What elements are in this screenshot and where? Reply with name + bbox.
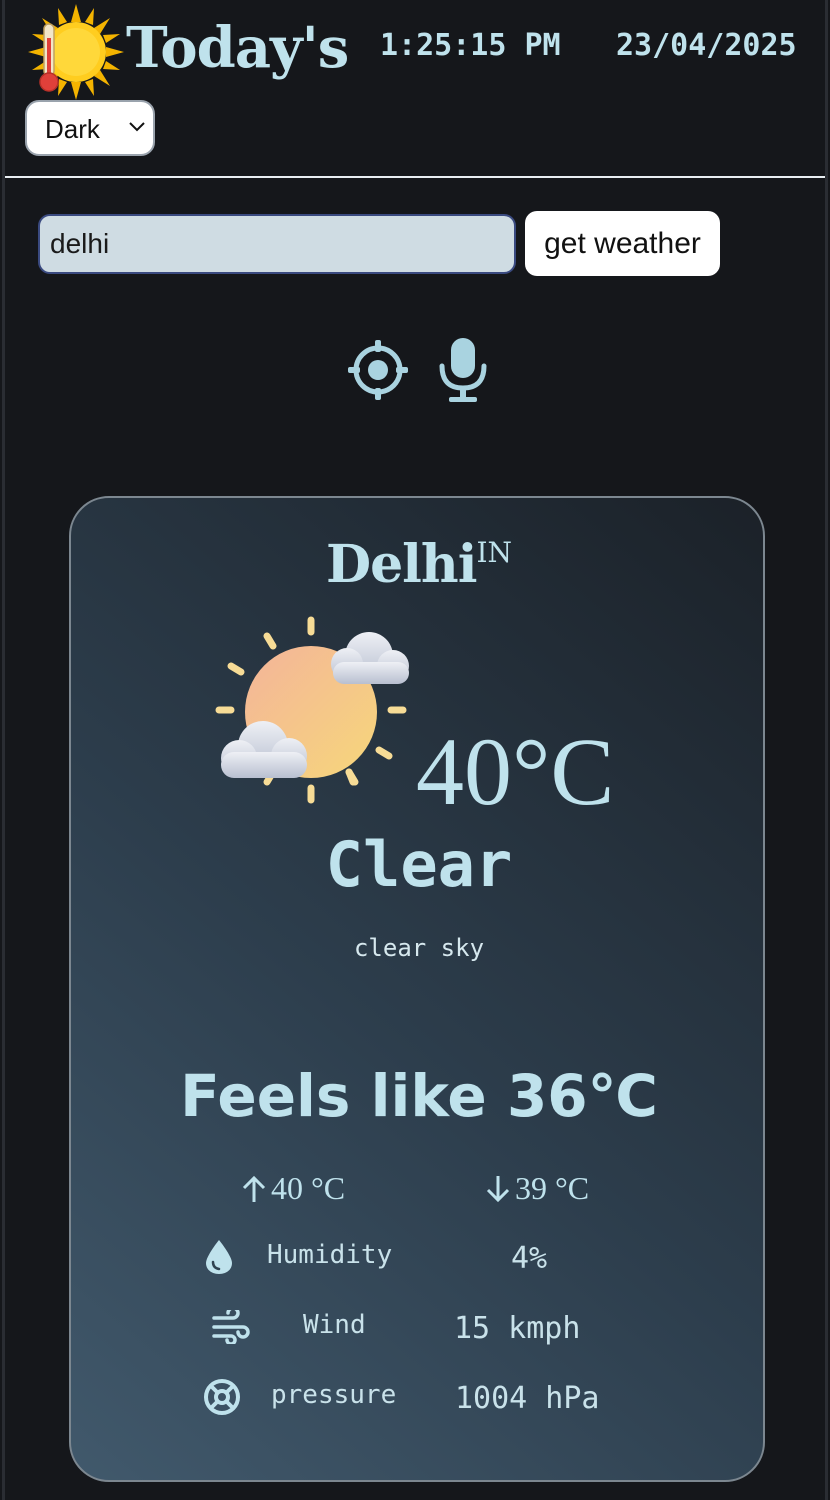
- weather-card: DelhiIN 40°C Clear clear sky Feels like …: [69, 496, 765, 1482]
- get-weather-button[interactable]: get weather: [525, 211, 720, 276]
- arrow-down-icon: [486, 1175, 510, 1202]
- min-temp: 39 °C: [485, 1170, 589, 1207]
- droplet-icon: [206, 1240, 232, 1274]
- current-time: 1:25:15 PM: [380, 28, 561, 63]
- pressure-label: pressure: [271, 1380, 397, 1410]
- feels-like: Feels like 36℃: [180, 1062, 658, 1130]
- header-divider: [5, 176, 825, 178]
- theme-select[interactable]: Dark: [25, 100, 155, 156]
- city-label: Delhi: [325, 534, 477, 595]
- temperature: 40°C: [416, 718, 615, 825]
- max-temp-value: 40 °C: [271, 1170, 346, 1206]
- weather-condition: Clear: [325, 828, 513, 901]
- country-code: IN: [476, 536, 513, 569]
- wind-icon: [212, 1310, 250, 1344]
- microphone-icon[interactable]: [434, 336, 492, 404]
- wind-label: Wind: [303, 1310, 366, 1340]
- locate-icon[interactable]: [346, 338, 410, 402]
- current-date: 23/04/2025: [616, 28, 797, 63]
- sun-thermometer-icon: [28, 4, 124, 100]
- humidity-label: Humidity: [267, 1240, 393, 1270]
- arrow-up-icon: [242, 1175, 266, 1202]
- pressure-value: 1004 hPa: [455, 1381, 600, 1416]
- pressure-icon: [204, 1379, 240, 1415]
- theme-select-value: Dark: [45, 114, 100, 144]
- chevron-down-icon: [129, 122, 145, 132]
- city-name: DelhiIN: [71, 534, 763, 595]
- min-temp-value: 39 °C: [515, 1170, 590, 1206]
- sun-with-clouds-icon: [215, 616, 409, 804]
- max-temp: 40 °C: [241, 1170, 345, 1207]
- header: Today's 1:25:15 PM 23/04/2025 Dark: [0, 0, 830, 178]
- app-title: Today's: [126, 15, 349, 81]
- humidity-value: 4%: [511, 1241, 548, 1276]
- city-search-input[interactable]: [38, 214, 516, 274]
- wind-value: 15 kmph: [454, 1311, 581, 1346]
- weather-description: clear sky: [353, 934, 485, 962]
